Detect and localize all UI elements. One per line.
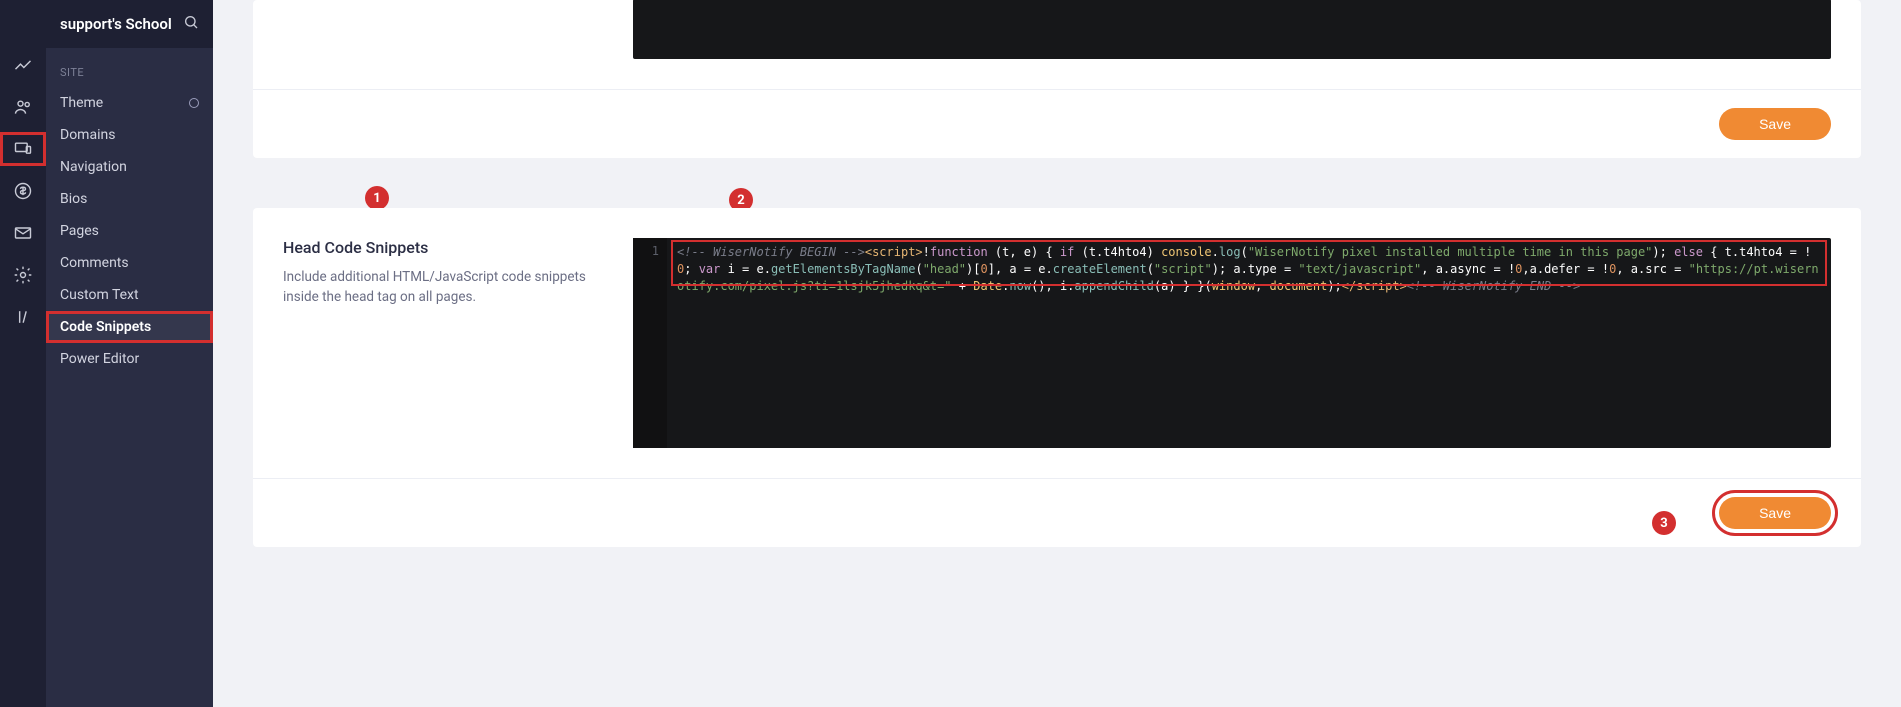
sidebar-header: support's School bbox=[46, 0, 213, 48]
save-button-head[interactable]: Save bbox=[1719, 497, 1831, 529]
card-footer-prev: Save bbox=[253, 89, 1861, 158]
section-title: Head Code Snippets bbox=[283, 238, 603, 257]
gear-icon bbox=[13, 265, 33, 285]
rail-site[interactable] bbox=[0, 132, 46, 166]
save-button-prev[interactable]: Save bbox=[1719, 108, 1831, 140]
lines-icon bbox=[13, 307, 33, 327]
mail-icon bbox=[13, 223, 33, 243]
sidebar-item-label: Pages bbox=[60, 223, 99, 239]
sidebar-item-power-editor[interactable]: Power Editor bbox=[46, 343, 213, 375]
sidebar-item-label: Custom Text bbox=[60, 287, 139, 303]
sidebar-item-label: Power Editor bbox=[60, 351, 139, 367]
code-content[interactable]: <!-- WiserNotify BEGIN --><script>!funct… bbox=[633, 238, 1831, 304]
chart-line-icon bbox=[13, 55, 33, 75]
sidebar-item-custom-text[interactable]: Custom Text bbox=[46, 279, 213, 311]
rail-settings[interactable] bbox=[0, 258, 46, 292]
people-icon bbox=[13, 97, 33, 117]
search-icon[interactable] bbox=[183, 14, 199, 34]
annotation-badge-1: 1 bbox=[365, 186, 389, 210]
card-footer-head: 3 Save bbox=[253, 478, 1861, 547]
sidebar-item-label: Domains bbox=[60, 127, 115, 143]
sidebar-item-navigation[interactable]: Navigation bbox=[46, 151, 213, 183]
main-content: 1 2 Save Head Code Snippets Include addi… bbox=[213, 0, 1901, 707]
sidebar-item-label: Navigation bbox=[60, 159, 127, 175]
annotation-badge-3: 3 bbox=[1652, 511, 1676, 535]
head-code-editor[interactable]: 1 <!-- WiserNotify BEGIN --><script>!fun… bbox=[633, 238, 1831, 448]
code-editor-prev[interactable] bbox=[633, 0, 1831, 59]
head-snippets-card: Head Code Snippets Include additional HT… bbox=[253, 208, 1861, 547]
status-ring-icon bbox=[189, 98, 199, 108]
currency-icon bbox=[13, 181, 33, 201]
sidebar-item-label: Comments bbox=[60, 255, 129, 271]
sidebar-item-label: Theme bbox=[60, 95, 103, 111]
rail-more[interactable] bbox=[0, 300, 46, 334]
sidebar-item-label: Bios bbox=[60, 191, 87, 207]
sidebar-item-theme[interactable]: Theme bbox=[46, 87, 213, 119]
previous-snippet-card: Save bbox=[253, 0, 1861, 158]
rail-people[interactable] bbox=[0, 90, 46, 124]
rail-email[interactable] bbox=[0, 216, 46, 250]
app-title: support's School bbox=[60, 15, 172, 33]
sidebar-item-bios[interactable]: Bios bbox=[46, 183, 213, 215]
section-description: Include additional HTML/JavaScript code … bbox=[283, 267, 603, 308]
rail-sales[interactable] bbox=[0, 174, 46, 208]
sidebar: support's School SITE Theme Domains Navi… bbox=[46, 0, 213, 707]
rail-analytics[interactable] bbox=[0, 48, 46, 82]
sidebar-item-code-snippets[interactable]: Code Snippets bbox=[46, 311, 213, 343]
sidebar-item-comments[interactable]: Comments bbox=[46, 247, 213, 279]
sidebar-section-label: SITE bbox=[46, 48, 213, 87]
icon-rail bbox=[0, 0, 46, 707]
devices-icon bbox=[13, 139, 33, 159]
sidebar-item-pages[interactable]: Pages bbox=[46, 215, 213, 247]
sidebar-item-label: Code Snippets bbox=[60, 319, 151, 335]
sidebar-item-domains[interactable]: Domains bbox=[46, 119, 213, 151]
